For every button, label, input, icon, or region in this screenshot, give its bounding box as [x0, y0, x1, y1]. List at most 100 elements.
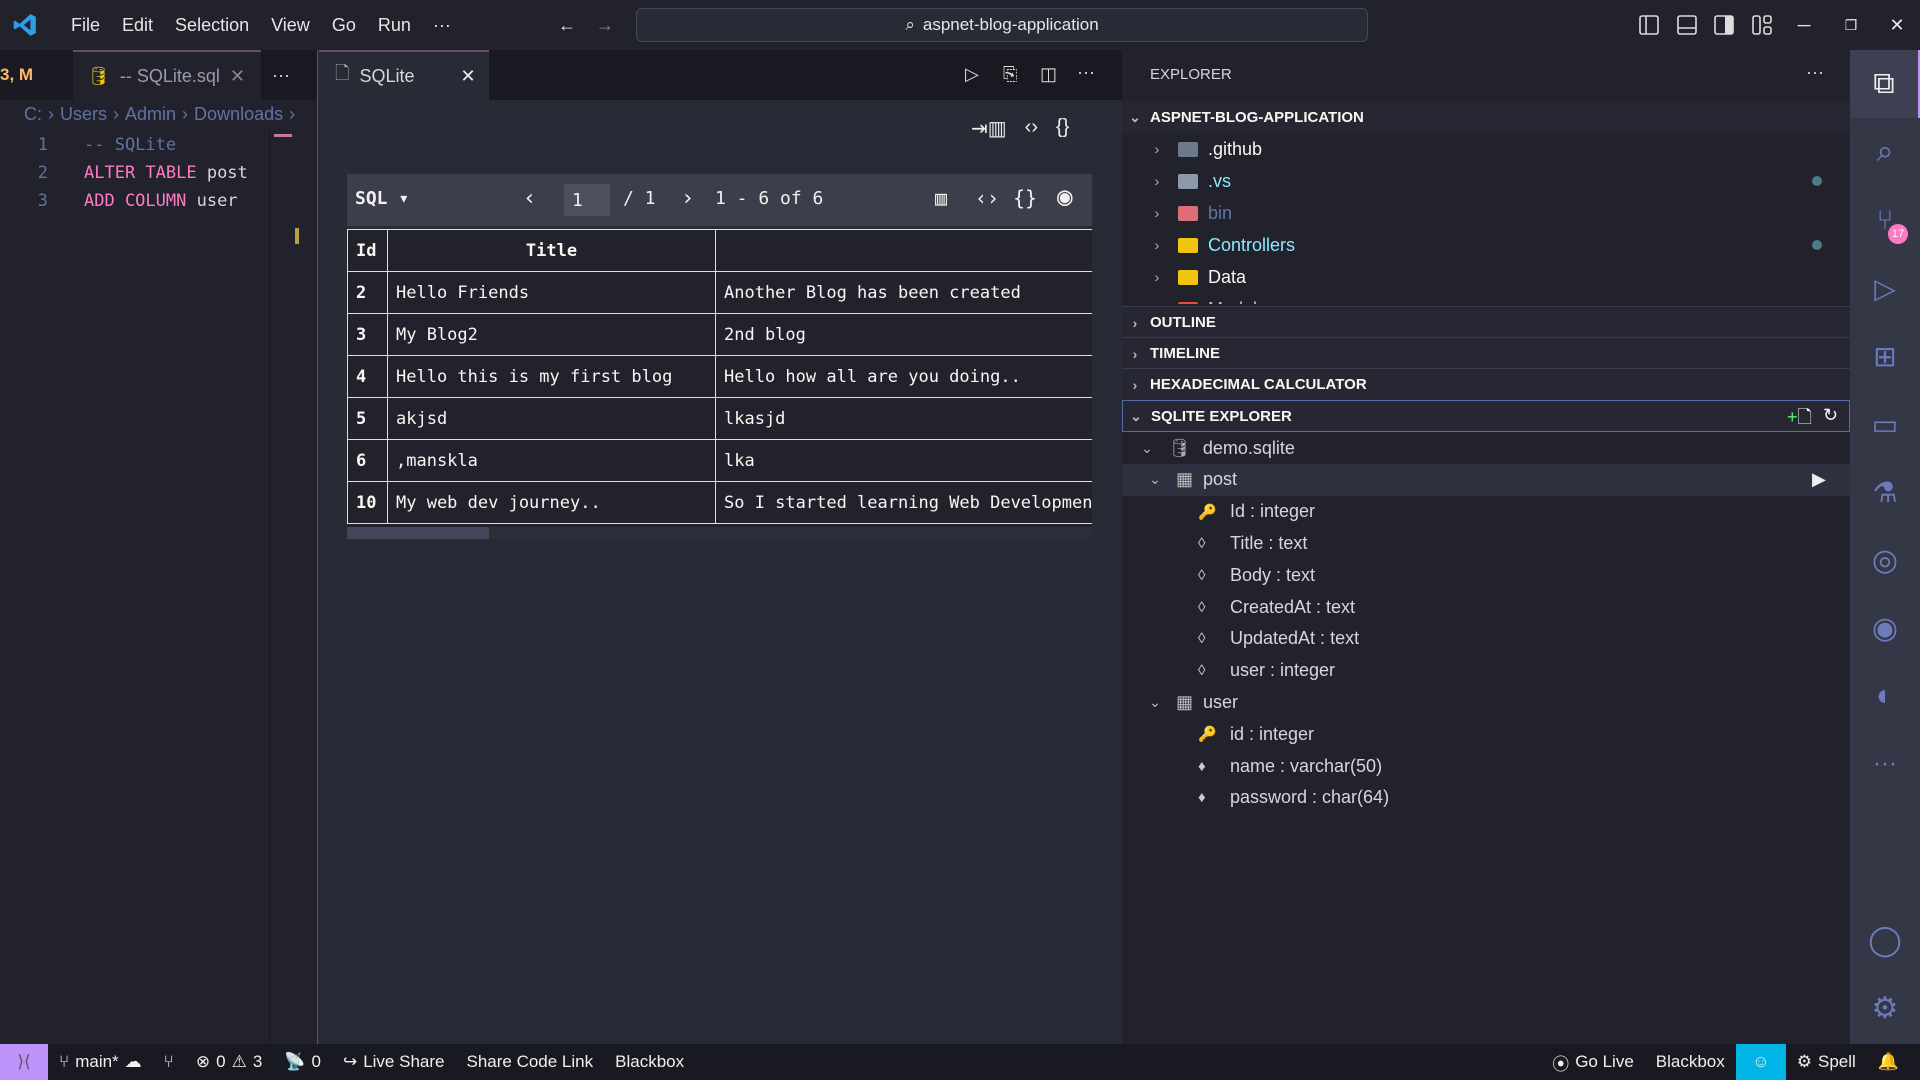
sql-editor[interactable]: C: › Users › Admin › Downloads › 1 -- SQLite 2…	[0, 100, 317, 1044]
live-share-button[interactable]: ↪ Live Share	[332, 1044, 456, 1080]
forward-arrow-icon[interactable]: →	[594, 14, 616, 36]
export-csv-icon[interactable]: ▥	[935, 186, 947, 210]
remote-indicator-icon[interactable]: ⟩⟨	[0, 1044, 48, 1080]
restore-icon[interactable]: ❐	[1840, 14, 1862, 36]
database-item[interactable]: ⌄ 🛢 demo.sqlite	[1122, 432, 1850, 464]
spell-button[interactable]: ⚙ Spell	[1786, 1044, 1867, 1080]
blackbox-right-button[interactable]: Blackbox	[1645, 1044, 1736, 1080]
workspace-root[interactable]: ⌄ ASPNET-BLOG-APPLICATION	[1122, 101, 1850, 133]
table-row[interactable]: 6 ,manskla lka	[347, 439, 1092, 482]
extensions-icon[interactable]: ⊞	[1850, 322, 1920, 390]
export-json-icon[interactable]: {}	[1013, 186, 1037, 210]
toggle-primary-sidebar-icon[interactable]	[1639, 15, 1659, 35]
table-cell[interactable]: So I started learning Web Development	[715, 481, 1092, 524]
table-cell[interactable]: lka	[715, 439, 1092, 482]
table-cell[interactable]: lkasjd	[715, 397, 1092, 440]
branch-status[interactable]: ⑂ main* ☁	[48, 1044, 153, 1080]
prev-page-icon[interactable]: ‹	[523, 186, 536, 211]
section-outline[interactable]: › OUTLINE	[1122, 306, 1850, 338]
export-html-icon[interactable]: ‹›	[1025, 116, 1038, 141]
scrollbar-thumb[interactable]	[347, 527, 489, 539]
column-item[interactable]: 🔑 Id : integer	[1122, 496, 1850, 528]
explorer-icon[interactable]: ⧉	[1850, 50, 1920, 118]
column-item[interactable]: ♦ password : char(64)	[1122, 782, 1850, 814]
search-icon[interactable]: ⌕	[1850, 118, 1920, 186]
table-cell[interactable]: My web dev journey..	[387, 481, 716, 524]
table-cell[interactable]: Hello this is my first blog	[387, 355, 716, 398]
editor-more-actions[interactable]: ···	[272, 50, 290, 100]
new-query-icon[interactable]: +🗋	[1787, 405, 1812, 435]
git-graph-status-icon[interactable]: ⑂	[153, 1044, 185, 1080]
menu-go[interactable]: Go	[321, 15, 367, 36]
back-arrow-icon[interactable]: ←	[556, 14, 578, 36]
refresh-icon[interactable]: ↻	[1823, 405, 1838, 426]
column-header-id[interactable]: Id	[347, 229, 388, 272]
file-tree-item[interactable]: › .vs	[1122, 165, 1850, 197]
table-cell[interactable]: 5	[347, 397, 388, 440]
column-item[interactable]: ◊ user : integer	[1122, 655, 1850, 687]
horizontal-scrollbar[interactable]	[347, 527, 1092, 539]
more-actions-icon[interactable]: ···	[1077, 62, 1095, 83]
page-input[interactable]: 1	[564, 184, 610, 216]
menu-run[interactable]: Run	[367, 15, 422, 36]
source-control-icon[interactable]: ⑂ 17	[1850, 186, 1920, 254]
breadcrumb-item[interactable]: Users	[60, 104, 107, 125]
table-cell[interactable]: 2	[347, 271, 388, 314]
code-line[interactable]: 2 ALTER TABLE post	[0, 159, 268, 187]
ports-status[interactable]: 📡 0	[273, 1044, 332, 1080]
code-line[interactable]: 1 -- SQLite	[0, 131, 268, 159]
settings-gear-icon[interactable]: ⚙	[1850, 974, 1920, 1042]
table-cell[interactable]: 4	[347, 355, 388, 398]
file-tree-item[interactable]: › Data	[1122, 261, 1850, 293]
column-item[interactable]: ♦ name : varchar(50)	[1122, 750, 1850, 782]
next-page-icon[interactable]: ›	[681, 186, 694, 211]
tab-sqlite-sql[interactable]: 🛢 -- SQLite.sql ✕	[73, 50, 261, 100]
table-cell[interactable]: 10	[347, 481, 388, 524]
notifications-bell-icon[interactable]: 🔔	[1867, 1044, 1910, 1080]
section-timeline[interactable]: › TIMELINE	[1122, 337, 1850, 369]
breadcrumb-item[interactable]: Downloads	[194, 104, 283, 125]
table-row[interactable]: 3 My Blog2 2nd blog	[347, 313, 1092, 356]
breadcrumb-item[interactable]: C:	[24, 104, 42, 125]
table-cell[interactable]: ,manskla	[387, 439, 716, 482]
column-item[interactable]: ◊ Title : text	[1122, 527, 1850, 559]
table-cell[interactable]: Hello how all are you doing..	[715, 355, 1092, 398]
minimap[interactable]	[269, 130, 299, 1044]
table-item[interactable]: ⌄ ▦ user	[1122, 686, 1850, 718]
menu-more[interactable]: ···	[422, 15, 462, 36]
git-graph-icon[interactable]: ◎	[1850, 526, 1920, 594]
close-tab-icon[interactable]: ✕	[461, 66, 476, 87]
menu-view[interactable]: View	[260, 15, 321, 36]
file-tree-item[interactable]: › .github	[1122, 133, 1850, 165]
problems-status[interactable]: ⊗ 0 ⚠ 3	[185, 1044, 273, 1080]
column-header-title[interactable]: Title	[387, 229, 716, 272]
open-changes-icon[interactable]: ⎘	[1003, 64, 1017, 85]
close-tab-icon[interactable]: ✕	[230, 66, 245, 87]
table-cell[interactable]: 6	[347, 439, 388, 482]
share-code-link-button[interactable]: Share Code Link	[455, 1044, 604, 1080]
explorer-more-icon[interactable]: ···	[1806, 62, 1824, 83]
run-table-icon[interactable]: ▶	[1812, 469, 1826, 490]
run-debug-icon[interactable]: ▷	[1850, 254, 1920, 322]
go-live-button[interactable]: ⦿ Go Live	[1541, 1044, 1645, 1080]
blackbox-left-button[interactable]: Blackbox	[604, 1044, 695, 1080]
copilot-icon[interactable]: ☺	[1735, 1044, 1786, 1080]
column-header-body[interactable]	[715, 229, 1092, 272]
breadcrumb-item[interactable]: Admin	[125, 104, 176, 125]
command-center-search[interactable]: ⌕ aspnet-blog-application	[636, 8, 1368, 42]
export-html-icon[interactable]: ‹›	[975, 186, 999, 210]
menu-selection[interactable]: Selection	[164, 15, 260, 36]
file-tree-item[interactable]: › Models	[1122, 293, 1850, 304]
eye-icon[interactable]: ◉	[1057, 182, 1073, 212]
close-window-icon[interactable]: ✕	[1886, 14, 1908, 36]
table-cell[interactable]: 2nd blog	[715, 313, 1092, 356]
menu-file[interactable]: File	[60, 15, 111, 36]
github-icon[interactable]: ◉	[1850, 594, 1920, 662]
language-dropdown[interactable]: SQL ▾	[355, 188, 409, 209]
more-views-icon[interactable]: ···	[1850, 730, 1920, 798]
split-editor-icon[interactable]: ◫	[1040, 64, 1057, 85]
file-tree-item[interactable]: › Controllers	[1122, 229, 1850, 261]
table-cell[interactable]: Hello Friends	[387, 271, 716, 314]
toggle-secondary-sidebar-icon[interactable]	[1714, 15, 1734, 35]
customize-layout-icon[interactable]	[1752, 15, 1772, 35]
